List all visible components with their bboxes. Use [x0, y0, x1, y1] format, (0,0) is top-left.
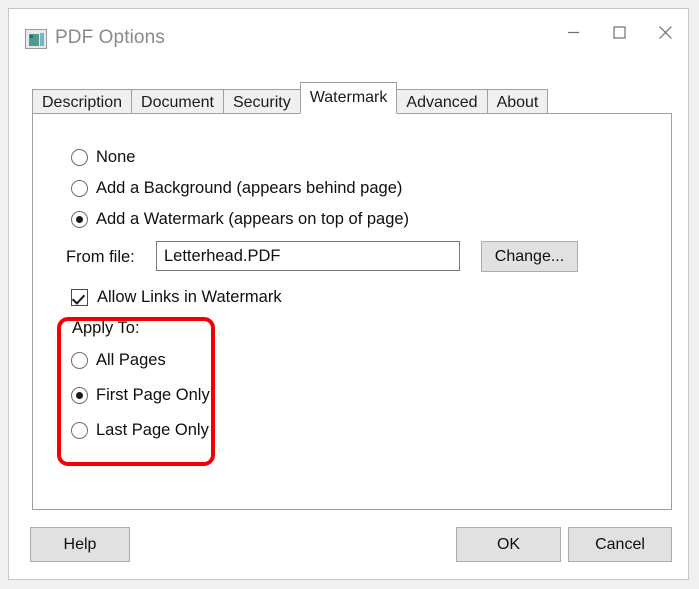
radio-none[interactable]: None — [71, 148, 135, 167]
radio-indicator — [71, 149, 88, 166]
radio-add-watermark[interactable]: Add a Watermark (appears on top of page) — [71, 210, 409, 229]
title-bar: PDF Options — [9, 9, 688, 65]
radio-label: Last Page Only — [96, 421, 209, 440]
from-file-input[interactable] — [156, 241, 460, 271]
change-file-button[interactable]: Change... — [481, 241, 578, 272]
window-controls — [550, 9, 688, 55]
radio-indicator — [71, 352, 88, 369]
checkbox-indicator — [71, 289, 88, 306]
radio-indicator — [71, 387, 88, 404]
close-icon[interactable] — [642, 9, 688, 55]
tab-description[interactable]: Description — [32, 89, 132, 114]
from-file-label: From file: — [66, 248, 135, 267]
pdf-options-dialog: PDF Options Description Document Securit… — [8, 8, 689, 580]
radio-add-background[interactable]: Add a Background (appears behind page) — [71, 179, 402, 198]
checkbox-label: Allow Links in Watermark — [97, 288, 282, 307]
maximize-icon[interactable] — [596, 9, 642, 55]
radio-label: First Page Only — [96, 386, 210, 405]
pdf-preview-icon — [25, 29, 47, 49]
radio-last-page-only[interactable]: Last Page Only — [71, 421, 209, 440]
help-button[interactable]: Help — [30, 527, 130, 562]
window-title: PDF Options — [55, 27, 165, 49]
cancel-button[interactable]: Cancel — [568, 527, 672, 562]
tab-document[interactable]: Document — [131, 89, 224, 114]
radio-label: Add a Background (appears behind page) — [96, 179, 402, 198]
tab-advanced[interactable]: Advanced — [396, 89, 487, 114]
minimize-icon[interactable] — [550, 9, 596, 55]
tab-security[interactable]: Security — [223, 89, 301, 114]
radio-label: All Pages — [96, 351, 166, 370]
radio-label: Add a Watermark (appears on top of page) — [96, 210, 409, 229]
radio-indicator — [71, 211, 88, 228]
tab-about[interactable]: About — [487, 89, 549, 114]
allow-links-checkbox[interactable]: Allow Links in Watermark — [71, 288, 282, 307]
tab-strip: Description Document Security Watermark … — [32, 82, 670, 114]
radio-label: None — [96, 148, 135, 167]
ok-button[interactable]: OK — [456, 527, 561, 562]
radio-indicator — [71, 180, 88, 197]
tab-watermark[interactable]: Watermark — [300, 82, 398, 114]
radio-all-pages[interactable]: All Pages — [71, 351, 166, 370]
radio-indicator — [71, 422, 88, 439]
apply-to-title: Apply To: — [72, 319, 140, 338]
watermark-tab-panel: None Add a Background (appears behind pa… — [32, 113, 672, 510]
radio-first-page-only[interactable]: First Page Only — [71, 386, 210, 405]
